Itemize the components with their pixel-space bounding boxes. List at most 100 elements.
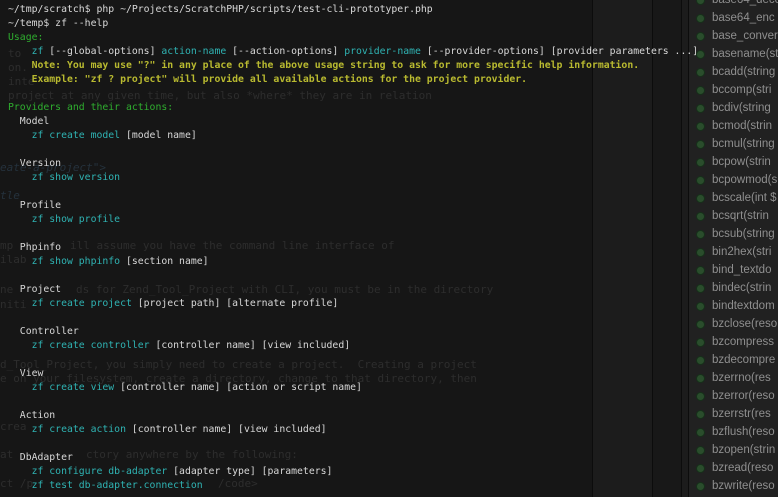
terminal-text-segment: [8, 480, 32, 491]
function-list-item[interactable]: bcadd(string: [689, 63, 778, 81]
terminal-line: Phpinfo: [8, 241, 698, 255]
terminal-line: ~/tmp/scratch$ php ~/Projects/ScratchPHP…: [8, 3, 698, 17]
function-list-item[interactable]: base64_enc: [689, 9, 778, 27]
terminal-line: zf create view [controller name] [action…: [8, 381, 698, 395]
terminal-text-segment: [model name]: [126, 130, 197, 141]
terminal-text-segment: [8, 46, 32, 57]
function-list-item[interactable]: bcmul(string: [689, 135, 778, 153]
terminal-text-segment: [--provider-options]: [427, 46, 551, 57]
terminal-text-segment: provider-name: [344, 46, 427, 57]
terminal-text-segment: Action: [8, 410, 55, 421]
terminal-text-segment: [controller name] [view included]: [132, 424, 327, 435]
terminal-text-segment: [provider parameters ...]: [551, 46, 698, 57]
function-list-item[interactable]: bindtextdom: [689, 297, 778, 315]
terminal-line: zf show profile: [8, 213, 698, 227]
function-list-item[interactable]: bzwrite(reso: [689, 477, 778, 495]
terminal-text-segment: zf show profile: [32, 214, 120, 225]
terminal-text-segment: ~/tmp/scratch$ php ~/Projects/ScratchPHP…: [8, 4, 433, 15]
terminal-text-segment: Project: [8, 284, 61, 295]
function-list-item[interactable]: bin2hex(stri: [689, 243, 778, 261]
function-list-item[interactable]: bcsub(string: [689, 225, 778, 243]
terminal-line: [8, 269, 698, 283]
function-list-item[interactable]: bcpow(strin: [689, 153, 778, 171]
terminal-text-segment: zf show phpinfo: [32, 256, 126, 267]
function-list-item[interactable]: bcsqrt(strin: [689, 207, 778, 225]
terminal-line: [8, 395, 698, 409]
terminal-text-segment: [project path] [alternate profile]: [138, 298, 339, 309]
terminal-text-segment: zf test db-adapter.connection: [32, 480, 203, 491]
function-list-item[interactable]: bccomp(stri: [689, 81, 778, 99]
terminal-text-segment: Controller: [8, 326, 79, 337]
terminal-line: DbAdapter: [8, 451, 698, 465]
terminal-text-segment: zf create view: [32, 382, 120, 393]
function-list-item[interactable]: bzerrno(res: [689, 369, 778, 387]
function-label: bindtextdom: [712, 300, 775, 312]
function-list-item[interactable]: bzopen(strin: [689, 441, 778, 459]
terminal-text-segment: [controller name] [view included]: [155, 340, 350, 351]
function-list-item[interactable]: base64_decode(st: [689, 0, 778, 9]
terminal-line: [8, 353, 698, 367]
function-label: bzcompress: [712, 336, 774, 348]
terminal-text-segment: Example: "zf ? project" will provide all…: [8, 74, 527, 85]
function-list-item[interactable]: bcpowmod(s: [689, 171, 778, 189]
function-label: bcsub(string: [712, 228, 775, 240]
terminal-line: zf create action [controller name] [view…: [8, 423, 698, 437]
terminal-text-segment: Note: You may use "?" in any place of th…: [8, 60, 639, 71]
function-label: bzflush(reso: [712, 426, 775, 438]
terminal-text-segment: zf create controller: [32, 340, 156, 351]
function-list: base64_decode(stbase64_encbase_converbas…: [689, 0, 778, 497]
terminal-text-segment: [8, 256, 32, 267]
function-label: bccomp(stri: [712, 84, 771, 96]
function-list-item[interactable]: bzread(reso: [689, 459, 778, 477]
terminal-line: [8, 437, 698, 451]
function-label: bcmul(string: [712, 138, 775, 150]
function-list-item[interactable]: bzerror(reso: [689, 387, 778, 405]
terminal-line: [8, 143, 698, 157]
function-label: bzwrite(reso: [712, 480, 775, 492]
function-list-item[interactable]: base_conver: [689, 27, 778, 45]
terminal-line: zf configure db-adapter [adapter type] […: [8, 465, 698, 479]
function-label: bcpowmod(s: [712, 174, 777, 186]
function-label: bcmod(strin: [712, 120, 772, 132]
function-list-item[interactable]: bcscale(int $: [689, 189, 778, 207]
function-label: bzerrstr(res: [712, 408, 771, 420]
terminal-line: Note: You may use "?" in any place of th…: [8, 59, 698, 73]
terminal-text-segment: [8, 382, 32, 393]
function-list-item[interactable]: basename(st: [689, 45, 778, 63]
function-label: bindec(strin: [712, 282, 771, 294]
terminal-line: ~/temp$ zf --help: [8, 17, 698, 31]
terminal-line: zf show phpinfo [section name]: [8, 255, 698, 269]
terminal-text-segment: Version: [8, 158, 61, 169]
terminal-text-segment: [8, 466, 32, 477]
function-label: bind_textdo: [712, 264, 771, 276]
function-list-item[interactable]: bzdecompre: [689, 351, 778, 369]
function-label: bcscale(int $: [712, 192, 777, 204]
function-list-item[interactable]: bcmod(strin: [689, 117, 778, 135]
terminal-text-segment: [8, 172, 32, 183]
terminal-line: [8, 311, 698, 325]
function-list-item[interactable]: bzclose(reso: [689, 315, 778, 333]
terminal-line: [8, 87, 698, 101]
function-list-item[interactable]: bzcompress: [689, 333, 778, 351]
terminal-line: Profile: [8, 199, 698, 213]
terminal-line: zf create model [model name]: [8, 129, 698, 143]
screen: { "colors": { "terminal_foreground": "#d…: [0, 0, 778, 497]
terminal-text-segment: zf create action: [32, 424, 132, 435]
function-list-item[interactable]: bzerrstr(res: [689, 405, 778, 423]
terminal-line: Model: [8, 115, 698, 129]
function-label: bcsqrt(strin: [712, 210, 769, 222]
terminal-text-segment: DbAdapter: [8, 452, 73, 463]
terminal-text-segment: [adapter type] [parameters]: [173, 466, 332, 477]
terminal-line: Example: "zf ? project" will provide all…: [8, 73, 698, 87]
terminal-output[interactable]: ~/tmp/scratch$ php ~/Projects/ScratchPHP…: [8, 3, 698, 493]
function-list-item[interactable]: bzflush(reso: [689, 423, 778, 441]
function-list-item[interactable]: bcdiv(string: [689, 99, 778, 117]
terminal-text-segment: Phpinfo: [8, 242, 61, 253]
function-list-item[interactable]: bind_textdo: [689, 261, 778, 279]
terminal-text-segment: View: [8, 368, 43, 379]
terminal-line: zf show version: [8, 171, 698, 185]
terminal-text-segment: zf show version: [32, 172, 120, 183]
terminal-text-segment: Model: [8, 116, 49, 127]
terminal-text-segment: zf create project: [32, 298, 138, 309]
function-list-item[interactable]: bindec(strin: [689, 279, 778, 297]
